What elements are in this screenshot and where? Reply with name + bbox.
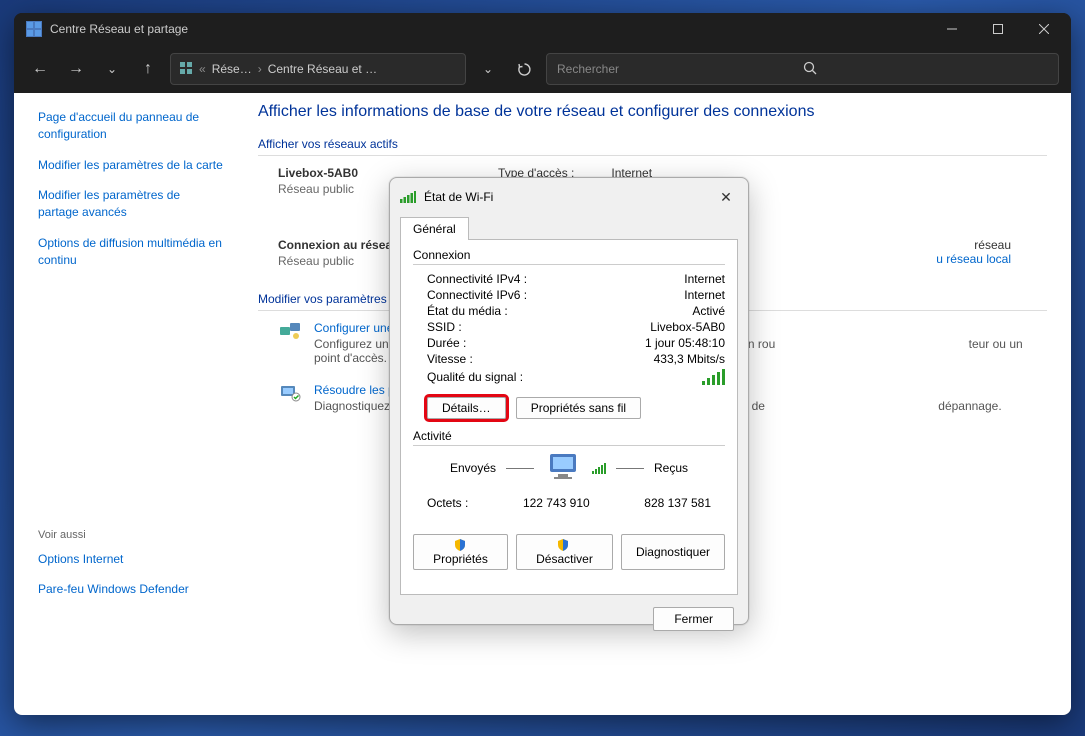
ipv4-value: Internet [684,272,725,286]
octets-label: Octets : [427,496,468,510]
ipv4-label: Connectivité IPv4 : [413,272,527,286]
minimize-button[interactable] [929,13,975,45]
search-icon [803,61,1049,78]
troubleshoot-icon [278,383,302,403]
local-access-partial: réseau [936,238,1011,252]
address-dropdown[interactable]: ⌄ [474,55,502,83]
local-connection-link[interactable]: u réseau local [936,252,1011,266]
sidebar-link-home[interactable]: Page d'accueil du panneau de configurati… [38,109,224,143]
activity-diagram: Envoyés Reçus [413,452,725,484]
wifi-icon [400,191,416,203]
wifi-status-dialog: État de Wi-Fi ✕ Général Connexion Connec… [389,177,749,625]
dash-icon [616,468,644,469]
dialog-title: État de Wi-Fi [424,190,714,204]
octets-sent: 122 743 910 [523,496,590,510]
media-state-label: État du média : [413,304,508,318]
shield-icon [557,539,569,551]
network-name: Livebox-5AB0 [278,166,358,180]
see-also-label: Voir aussi [38,529,224,541]
signal-label: Qualité du signal : [413,370,523,384]
signal-small-icon [592,462,606,474]
dialog-body: Connexion Connectivité IPv4 : Internet Co… [400,239,738,595]
active-networks-label: Afficher vos réseaux actifs [258,137,1047,151]
speed-value: 433,3 Mbits/s [654,352,725,366]
search-placeholder: Rechercher [557,62,803,76]
duration-label: Durée : [413,336,466,350]
sidebar-link-adapter[interactable]: Modifier les paramètres de la carte [38,157,224,174]
ipv6-label: Connectivité IPv6 : [413,288,527,302]
sidebar-link-sharing[interactable]: Modifier les paramètres de partage avanc… [38,187,224,221]
speed-label: Vitesse : [413,352,473,366]
octets-received: 828 137 581 [644,496,711,510]
divider [413,264,725,265]
divider [258,155,1047,156]
forward-button[interactable]: → [62,55,90,83]
breadcrumb-2[interactable]: Centre Réseau et … [268,62,377,76]
details-button[interactable]: Détails… [427,397,506,419]
dialog-tabs: Général [390,216,748,239]
sidebar-link-streaming[interactable]: Options de diffusion multimédia en conti… [38,235,224,269]
network-block: Livebox-5AB0 Réseau public [278,166,358,214]
connection-group-label: Connexion [413,248,725,264]
sent-label: Envoyés [450,461,496,475]
breadcrumb-1[interactable]: Rése… [212,62,252,76]
dialog-titlebar: État de Wi-Fi ✕ [390,178,748,216]
activity-group-label: Activité [413,429,725,445]
ssid-label: SSID : [413,320,462,334]
properties-button[interactable]: Propriétés [413,534,508,570]
duration-value: 1 jour 05:48:10 [645,336,725,350]
sidebar: Page d'accueil du panneau de configurati… [14,93,234,715]
ipv6-value: Internet [684,288,725,302]
refresh-button[interactable] [510,55,538,83]
divider [413,445,725,446]
titlebar: Centre Réseau et partage [14,13,1071,45]
close-dialog-button[interactable]: Fermer [653,607,734,631]
up-button[interactable]: ↑ [134,55,162,83]
chevron-icon: › [258,62,262,76]
disable-button[interactable]: Désactiver [516,534,613,570]
page-heading: Afficher les informations de base de vot… [258,103,1047,121]
address-icon [179,61,193,78]
history-dropdown[interactable]: ⌄ [98,55,126,83]
network-type: Réseau public [278,182,358,196]
dash-icon [506,468,534,469]
toolbar: ← → ⌄ ↑ « Rése… › Centre Réseau et … ⌄ R… [14,45,1071,93]
wireless-properties-button[interactable]: Propriétés sans fil [516,397,641,419]
received-label: Reçus [654,461,688,475]
monitor-icon [544,452,582,484]
close-button[interactable] [1021,13,1067,45]
maximize-button[interactable] [975,13,1021,45]
dialog-close-button[interactable]: ✕ [714,185,738,209]
tab-general[interactable]: Général [400,217,469,240]
ssid-value: Livebox-5AB0 [650,320,725,334]
window-title: Centre Réseau et partage [50,22,929,36]
setup-icon [278,321,302,341]
media-state-value: Activé [692,304,725,318]
search-input[interactable]: Rechercher [546,53,1059,85]
sidebar-link-internet-options[interactable]: Options Internet [38,551,224,568]
shield-icon [454,539,466,551]
diagnose-button[interactable]: Diagnostiquer [621,534,725,570]
signal-bars-icon [702,369,725,385]
back-button[interactable]: ← [26,55,54,83]
address-bar[interactable]: « Rése… › Centre Réseau et … [170,53,466,85]
chevron-icon: « [199,62,206,76]
app-icon [26,21,42,37]
sidebar-link-firewall[interactable]: Pare-feu Windows Defender [38,581,224,598]
